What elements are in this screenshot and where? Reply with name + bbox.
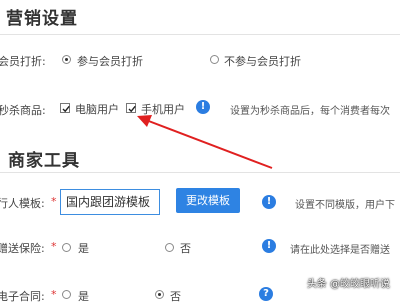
watermark: 头条 @皎皎眼听说	[306, 279, 390, 290]
annotation-arrow	[137, 115, 273, 169]
arrow-shaft	[145, 119, 273, 169]
